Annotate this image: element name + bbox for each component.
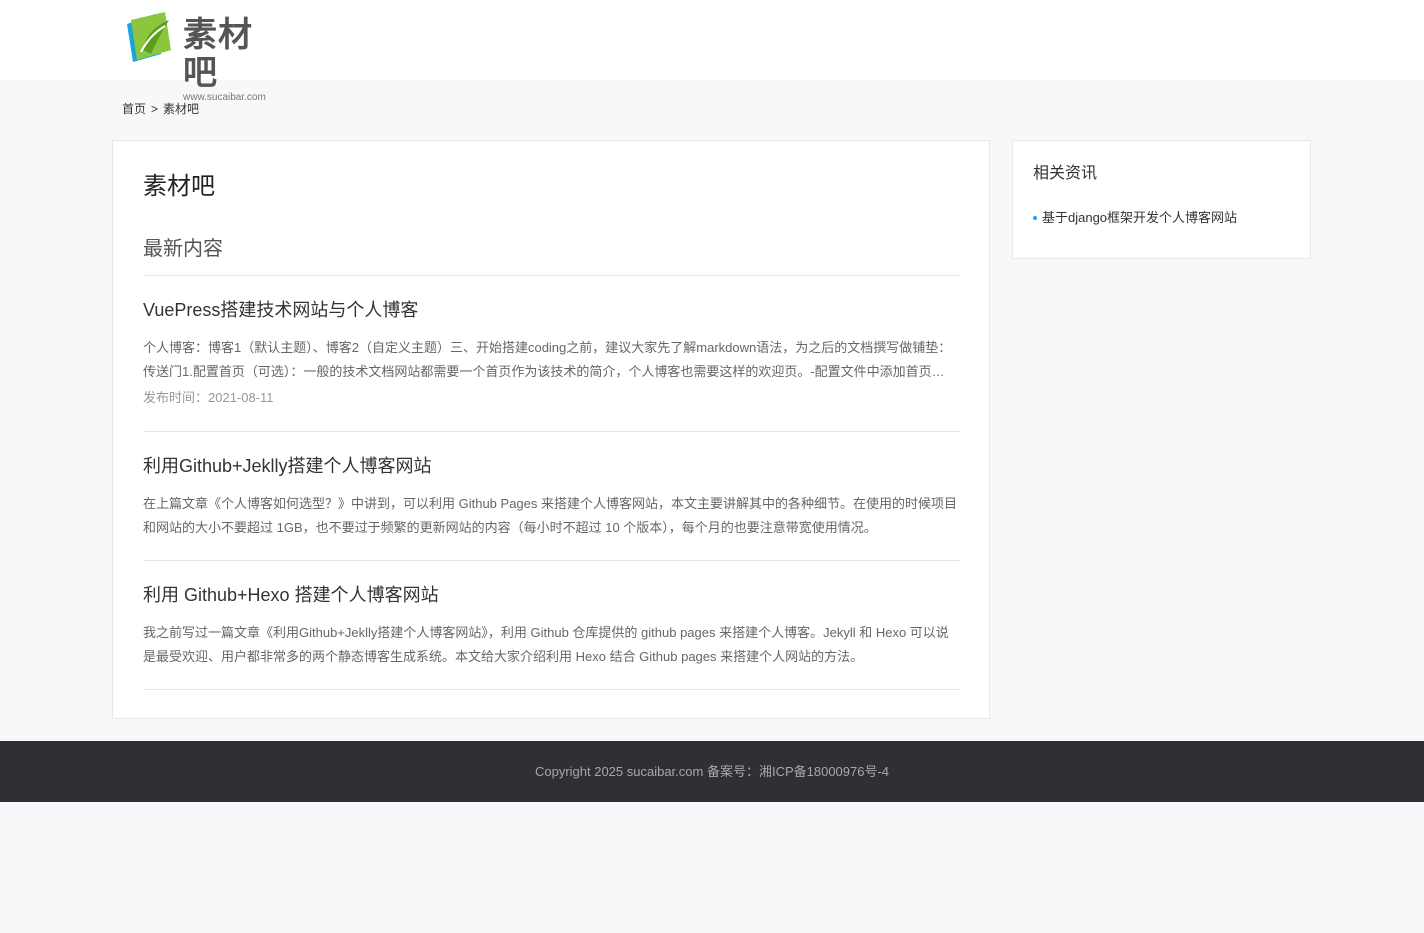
site-footer: Copyright 2025 sucaibar.com 备案号：湘ICP备180… [0,741,1424,802]
article-summary: 我之前写过一篇文章《利用Github+Jeklly搭建个人博客网站》，利用 Gi… [143,625,949,664]
breadcrumb-separator: > [151,102,159,116]
article-title-link[interactable]: 利用Github+Jeklly搭建个人博客网站 [143,454,432,478]
breadcrumb: 首页 > 素材吧 [122,101,199,117]
main-content-card: 素材吧 最新内容 VuePress搭建技术网站与个人博客 个人博客：博客1（默认… [112,140,990,719]
article-item: VuePress搭建技术网站与个人博客 个人博客：博客1（默认主题）、博客2（自… [143,298,961,432]
footer-copyright: Copyright 2025 sucaibar.com 备案号：湘ICP备180… [534,763,890,779]
related-news-link[interactable]: 基于django框架开发个人博客网站 [1042,210,1237,225]
breadcrumb-current: 素材吧 [163,102,200,116]
related-news-title: 相关资讯 [1033,165,1098,182]
related-news-card: 相关资讯 基于django框架开发个人博客网站 [1012,140,1311,259]
page-title: 素材吧 [143,173,215,200]
article-title-link[interactable]: VuePress搭建技术网站与个人博客 [143,298,418,322]
article-summary: 在上篇文章《个人博客如何选型？》中讲到，可以利用 Github Pages 来搭… [143,496,957,535]
breadcrumb-home-link[interactable]: 首页 [122,102,146,116]
section-divider [143,275,961,276]
site-logo[interactable]: 素材吧 www.sucaibar.com [125,10,285,103]
bullet-dot-icon [1033,215,1037,220]
article-summary: 个人博客：博客1（默认主题）、博客2（自定义主题）三、开始搭建coding之前，… [143,340,952,379]
article-item: 利用 Github+Hexo 搭建个人博客网站 我之前写过一篇文章《利用Gith… [143,583,961,690]
section-title-latest: 最新内容 [143,238,223,260]
article-item: 利用Github+Jeklly搭建个人博客网站 在上篇文章《个人博客如何选型？》… [143,454,961,561]
leaf-logo-icon [127,12,171,62]
site-header: 素材吧 www.sucaibar.com [0,0,1424,103]
article-title-link[interactable]: 利用 Github+Hexo 搭建个人博客网站 [143,583,439,607]
related-news-item: 基于django框架开发个人博客网站 [1033,208,1237,228]
logo-text-group: 素材吧 www.sucaibar.com [183,10,285,103]
related-news-list: 基于django框架开发个人博客网站 [1033,208,1237,228]
article-publish-date: 发布时间：2021-08-11 [143,390,274,405]
logo-name: 素材吧 [183,16,253,92]
